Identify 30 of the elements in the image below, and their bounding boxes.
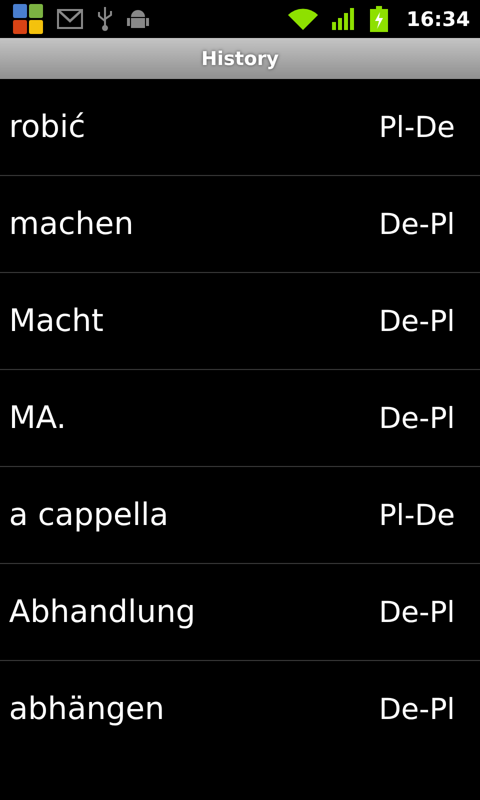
history-item[interactable]: a cappella Pl-De xyxy=(0,467,480,564)
word-text: MA. xyxy=(9,400,66,436)
clock: 16:34 xyxy=(406,7,470,31)
word-text: Macht xyxy=(9,303,104,339)
language-pair: De-Pl xyxy=(378,401,455,435)
wifi-icon xyxy=(288,8,318,30)
screen-title: History xyxy=(201,48,279,70)
word-text: a cappella xyxy=(9,497,169,533)
history-item[interactable]: Macht De-Pl xyxy=(0,273,480,370)
word-text: machen xyxy=(9,206,134,242)
history-item[interactable]: abhängen De-Pl xyxy=(0,661,480,757)
word-text: robić xyxy=(9,109,86,145)
language-pair: De-Pl xyxy=(378,207,455,241)
history-item[interactable]: Abhandlung De-Pl xyxy=(0,564,480,661)
battery-charging-icon xyxy=(370,6,388,32)
app-icon xyxy=(13,4,43,34)
usb-icon xyxy=(97,6,113,32)
language-pair: De-Pl xyxy=(378,304,455,338)
signal-icon xyxy=(332,8,356,30)
language-pair: Pl-De xyxy=(378,498,455,532)
mail-icon xyxy=(57,9,83,29)
history-item[interactable]: MA. De-Pl xyxy=(0,370,480,467)
language-pair: Pl-De xyxy=(378,110,455,144)
language-pair: De-Pl xyxy=(378,595,455,629)
history-item[interactable]: machen De-Pl xyxy=(0,176,480,273)
history-item[interactable]: robić Pl-De xyxy=(0,79,480,176)
word-text: abhängen xyxy=(9,691,164,727)
word-text: Abhandlung xyxy=(9,594,196,630)
android-icon xyxy=(127,7,149,31)
language-pair: De-Pl xyxy=(378,692,455,726)
